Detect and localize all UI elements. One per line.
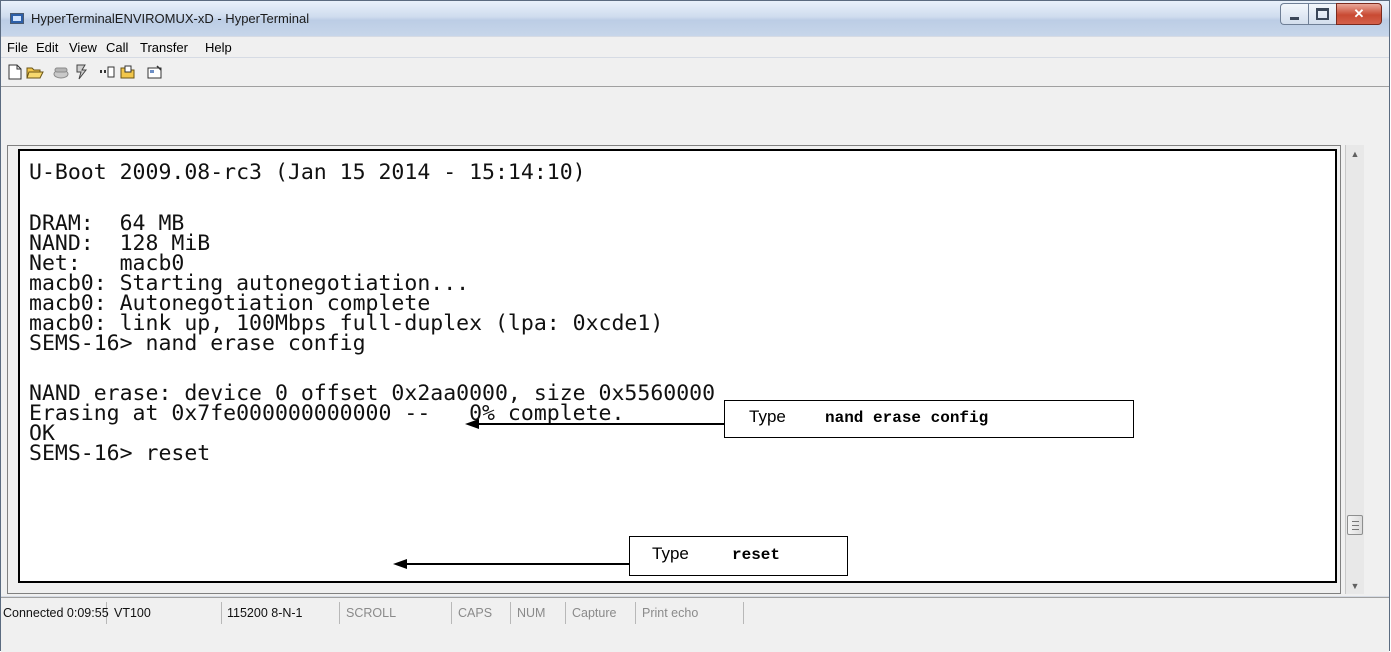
menu-help[interactable]: Help bbox=[205, 40, 232, 55]
open-button[interactable] bbox=[25, 62, 45, 82]
status-print-echo: Print echo bbox=[640, 602, 744, 624]
callout-reset: Type reset bbox=[629, 536, 848, 576]
callout-arrow-head bbox=[393, 559, 407, 569]
send-icon bbox=[100, 66, 115, 78]
status-caps: CAPS bbox=[456, 602, 511, 624]
terminal-client-area: U-Boot 2009.08-rc3 (Jan 15 2014 - 15:14:… bbox=[1, 87, 1389, 596]
status-port-settings: 115200 8-N-1 bbox=[225, 602, 340, 624]
hyperterminal-window: HyperTerminalENVIROMUX-xD - HyperTermina… bbox=[0, 0, 1390, 652]
open-folder-icon bbox=[26, 67, 44, 79]
phone-disconnect-icon bbox=[76, 64, 88, 80]
disconnect-button[interactable] bbox=[71, 62, 91, 82]
scroll-down-icon[interactable]: ▼ bbox=[1346, 577, 1364, 594]
status-emulation: VT100 bbox=[112, 602, 222, 624]
status-capture: Capture bbox=[570, 602, 636, 624]
terminal-line: SEMS-16> reset bbox=[29, 441, 211, 466]
callout-command: nand erase config bbox=[825, 409, 989, 427]
close-icon: ✕ bbox=[1353, 6, 1365, 21]
minimize-icon bbox=[1290, 16, 1299, 20]
status-num: NUM bbox=[515, 602, 566, 624]
new-document-button[interactable] bbox=[5, 62, 25, 82]
menu-transfer[interactable]: Transfer bbox=[140, 40, 188, 55]
properties-icon bbox=[147, 65, 162, 79]
menu-file[interactable]: File bbox=[7, 40, 28, 55]
terminal-line: SEMS-16> nand erase config bbox=[29, 331, 366, 356]
maximize-button[interactable] bbox=[1308, 3, 1336, 25]
callout-arrow-head bbox=[465, 419, 479, 429]
callout-prefix: Type bbox=[652, 544, 689, 563]
scroll-up-icon[interactable]: ▲ bbox=[1346, 145, 1364, 162]
status-connection: Connected 0:09:55 bbox=[1, 602, 109, 624]
window-title: HyperTerminalENVIROMUX-xD - HyperTermina… bbox=[31, 11, 310, 26]
callout-prefix: Type bbox=[749, 407, 786, 426]
menu-edit[interactable]: Edit bbox=[36, 40, 58, 55]
menu-bar: File Edit View Call Transfer Help bbox=[1, 37, 1389, 57]
callout-arrow-line bbox=[407, 563, 631, 565]
status-bar: Connected 0:09:55 VT100 115200 8-N-1 SCR… bbox=[1, 597, 1389, 652]
callout-nand-erase: Type nand erase config bbox=[724, 400, 1134, 438]
phone-connect-icon bbox=[53, 67, 69, 79]
maximize-icon bbox=[1316, 8, 1329, 20]
terminal-screen[interactable]: U-Boot 2009.08-rc3 (Jan 15 2014 - 15:14:… bbox=[18, 149, 1337, 583]
minimize-button[interactable] bbox=[1280, 3, 1308, 25]
receive-button[interactable] bbox=[118, 62, 138, 82]
scrollbar-thumb[interactable] bbox=[1347, 515, 1363, 535]
close-button[interactable]: ✕ bbox=[1336, 3, 1382, 25]
menu-call[interactable]: Call bbox=[106, 40, 128, 55]
grip-icon bbox=[1351, 520, 1359, 530]
status-scroll: SCROLL bbox=[344, 602, 452, 624]
receive-icon bbox=[120, 65, 135, 79]
vertical-scrollbar[interactable]: ▲ ▼ bbox=[1345, 145, 1364, 594]
terminal-line: U-Boot 2009.08-rc3 (Jan 15 2014 - 15:14:… bbox=[29, 160, 586, 185]
hyperterminal-app-icon[interactable] bbox=[10, 13, 24, 24]
send-button[interactable] bbox=[98, 62, 118, 82]
terminal-line: Erasing at 0x7fe000000000000 -- 0% compl… bbox=[29, 401, 625, 426]
title-bar[interactable]: HyperTerminalENVIROMUX-xD - HyperTermina… bbox=[1, 1, 1389, 36]
properties-button[interactable] bbox=[145, 62, 165, 82]
callout-command: reset bbox=[732, 546, 781, 564]
toolbar bbox=[1, 58, 1389, 87]
callout-arrow-line bbox=[479, 423, 731, 425]
menu-view[interactable]: View bbox=[69, 40, 97, 55]
window-controls: ✕ bbox=[1280, 3, 1382, 25]
new-document-icon bbox=[8, 64, 22, 80]
connect-button[interactable] bbox=[51, 62, 71, 82]
